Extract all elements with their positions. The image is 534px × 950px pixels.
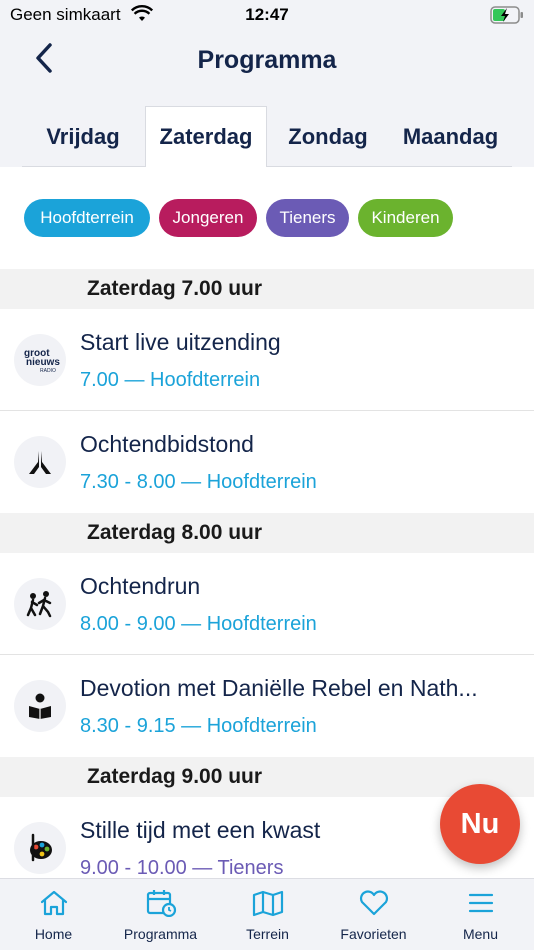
filter-tieners[interactable]: Tieners — [266, 199, 349, 237]
filter-hoofdterrein[interactable]: Hoofdterrein — [24, 199, 150, 237]
running-icon — [14, 578, 66, 630]
section-header: Zaterdag 9.00 uur — [0, 757, 534, 797]
status-bar: Geen simkaart 12:47 — [0, 0, 534, 30]
item-time-location: 9.00 - 10.00 — Tieners — [80, 857, 284, 878]
tabbar-label: Programma — [123, 926, 198, 942]
item-title: Ochtendbidstond — [80, 431, 254, 457]
tabbar-favorieten[interactable]: Favorieten — [320, 889, 427, 942]
tab-zaterdag[interactable]: Zaterdag — [145, 106, 267, 167]
home-icon — [38, 889, 70, 922]
tabbar-menu[interactable]: Menu — [427, 889, 534, 942]
map-icon — [252, 889, 284, 922]
schedule-list[interactable]: Zaterdag 7.00 uur groot nieuws RADIO Sta… — [0, 269, 534, 878]
item-time-location: 8.00 - 9.00 — Hoofdterrein — [80, 613, 317, 635]
calendar-icon — [145, 889, 177, 922]
navigation-bar: Programma — [0, 30, 534, 106]
tab-zondag[interactable]: Zondag — [267, 106, 389, 167]
now-button[interactable]: Nu — [440, 784, 520, 864]
tab-maandag[interactable]: Maandag — [389, 106, 512, 167]
tabbar-terrein[interactable]: Terrein — [214, 889, 321, 942]
battery-charging-icon — [490, 6, 524, 29]
tabbar-label: Home — [34, 926, 73, 942]
day-tabs: Vrijdag Zaterdag Zondag Maandag — [0, 106, 534, 167]
item-time-location: 8.30 - 9.15 — Hoofdterrein — [80, 715, 317, 737]
list-item[interactable]: groot nieuws RADIO Start live uitzending… — [0, 309, 534, 411]
item-title: Stille tijd met een kwast — [80, 817, 321, 843]
item-title: Devotion met Daniëlle Rebel en Nath... — [80, 675, 478, 701]
heart-icon — [358, 889, 390, 922]
item-title: Start live uitzending — [80, 329, 281, 355]
item-time-location: 7.30 - 8.00 — Hoofdterrein — [80, 471, 317, 493]
tabbar-label: Terrein — [246, 926, 289, 942]
praying-hands-icon — [14, 436, 66, 488]
menu-icon — [465, 889, 497, 922]
item-title: Ochtendrun — [80, 573, 201, 599]
logo-text-radio: RADIO — [40, 368, 56, 374]
reading-icon — [14, 680, 66, 732]
section-header: Zaterdag 8.00 uur — [0, 513, 534, 553]
clock: 12:47 — [245, 5, 289, 24]
tab-vrijdag[interactable]: Vrijdag — [22, 106, 144, 167]
filter-chips: Hoofdterrein Jongeren Tieners Kinderen — [0, 167, 534, 269]
tabbar-label: Menu — [462, 926, 499, 942]
radio-logo-icon: groot nieuws RADIO — [14, 334, 66, 386]
logo-text-nieuws: nieuws — [26, 357, 60, 368]
tabbar-label: Favorieten — [340, 926, 407, 942]
list-item[interactable]: Ochtendbidstond 7.30 - 8.00 — Hoofdterre… — [0, 411, 534, 513]
palette-icon — [14, 822, 66, 874]
filter-kinderen[interactable]: Kinderen — [358, 199, 453, 237]
list-item[interactable]: Ochtendrun 8.00 - 9.00 — Hoofdterrein — [0, 553, 534, 655]
section-header: Zaterdag 7.00 uur — [0, 269, 534, 309]
tabbar-programma[interactable]: Programma — [107, 889, 214, 942]
tabbar-home[interactable]: Home — [0, 889, 107, 942]
list-item[interactable]: Devotion met Daniëlle Rebel en Nath... 8… — [0, 655, 534, 757]
page-title: Programma — [197, 46, 337, 74]
filter-jongeren[interactable]: Jongeren — [159, 199, 257, 237]
bottom-tab-bar: Home Programma Terrein Favorieten Menu — [0, 878, 534, 950]
item-time-location: 7.00 — Hoofdterrein — [80, 369, 261, 391]
